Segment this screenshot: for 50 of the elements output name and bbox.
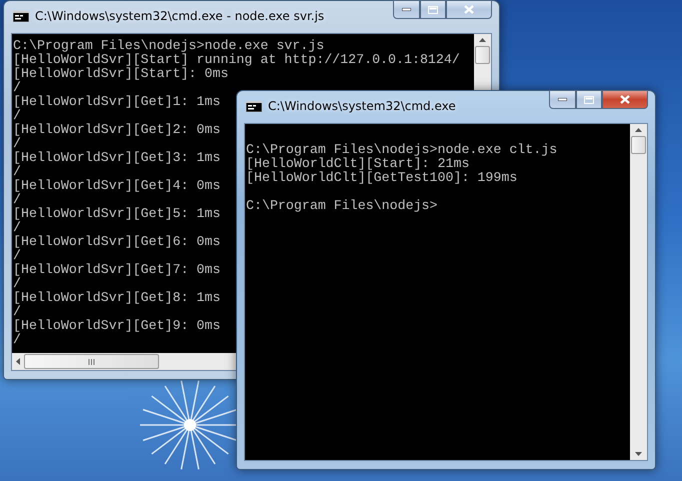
console-line: / [13, 136, 21, 151]
console-line: [HelloWorldSvr][Get]3: 1ms [13, 150, 220, 165]
console-line: / [13, 248, 21, 263]
window-title: C:\Windows\system32\cmd.exe - node.exe svr.js [35, 9, 326, 23]
console-line: [HelloWorldSvr][Get]5: 1ms [13, 206, 220, 221]
maximize-icon [584, 96, 594, 104]
console-icon [246, 101, 262, 112]
console-line: / [13, 108, 21, 123]
down-arrow-icon [635, 452, 642, 456]
console-line: [HelloWorldClt][Start]: 21ms [246, 156, 470, 171]
minimize-icon [558, 98, 567, 101]
maximize-icon [428, 6, 438, 14]
console-line: C:\Program Files\nodejs>node.exe svr.js [13, 38, 324, 53]
scroll-thumb[interactable] [631, 136, 646, 154]
grip-icon [88, 358, 95, 364]
console-line: [HelloWorldSvr][Get]9: 0ms [13, 318, 220, 333]
up-arrow-icon [635, 128, 642, 132]
minimize-icon [402, 8, 411, 11]
console-line: / [13, 220, 21, 235]
console-line: / [13, 304, 21, 319]
console-line: [HelloWorldSvr][Get]6: 0ms [13, 234, 220, 249]
close-icon [620, 95, 630, 104]
minimize-button[interactable] [549, 90, 576, 109]
scroll-thumb[interactable] [24, 354, 159, 369]
console-line: / [13, 332, 21, 347]
console-line: [HelloWorldSvr][Get]4: 0ms [13, 178, 220, 193]
close-button[interactable] [446, 0, 492, 19]
console-line: [HelloWorldSvr][Get]7: 0ms [13, 262, 220, 277]
close-icon [464, 5, 474, 14]
console-line: [HelloWorldSvr][Start] running at http://127.0.0.1:8124/ [13, 52, 460, 67]
console-line: / [13, 80, 21, 95]
console-line: / [13, 164, 21, 179]
console-line: C:\Program Files\nodejs> [246, 198, 438, 213]
scroll-thumb[interactable] [475, 46, 490, 64]
console-line: [HelloWorldSvr][Start]: 0ms [13, 66, 228, 81]
window-title: C:\Windows\system32\cmd.exe [268, 99, 457, 113]
console-line: C:\Program Files\nodejs>node.exe clt.js [246, 142, 558, 157]
console-icon [13, 11, 29, 22]
console-line: [HelloWorldSvr][Get]1: 1ms [13, 94, 220, 109]
minimize-button[interactable] [393, 0, 420, 19]
console-line: [HelloWorldSvr][Get]2: 0ms [13, 122, 220, 137]
console-line: / [13, 276, 21, 291]
console-line: / [13, 192, 21, 207]
console-line: [HelloWorldSvr][Get]8: 1ms [13, 290, 220, 305]
maximize-button[interactable] [420, 0, 446, 19]
left-arrow-icon [16, 358, 20, 365]
console-line: [HelloWorldClt][GetTest100]: 199ms [246, 170, 518, 185]
up-arrow-icon [479, 38, 486, 42]
close-button[interactable] [602, 90, 648, 109]
maximize-button[interactable] [576, 90, 602, 109]
